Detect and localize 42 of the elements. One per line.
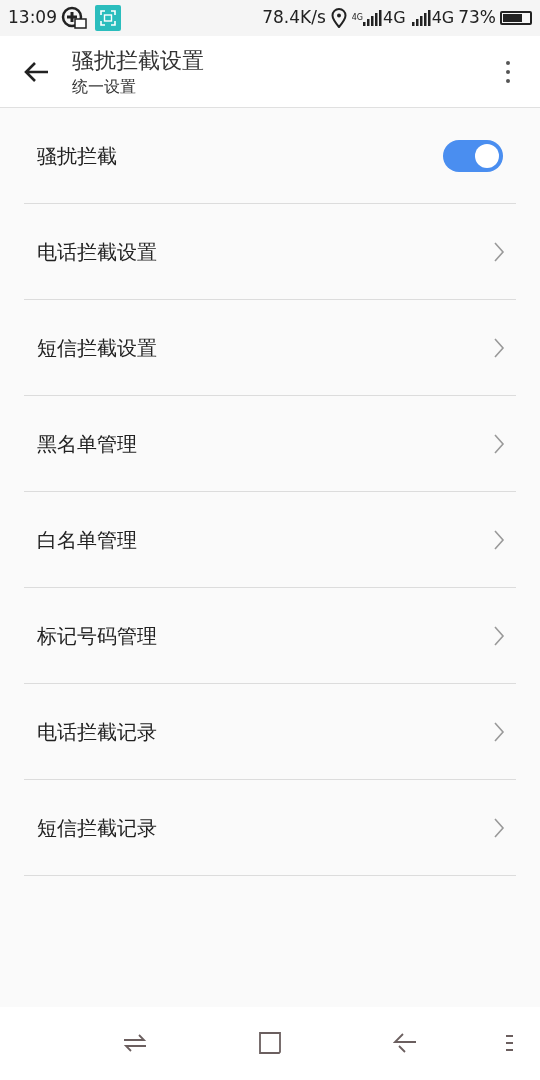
page-subtitle: 统一设置 bbox=[72, 75, 137, 98]
settings-row[interactable]: 黑名单管理 bbox=[24, 396, 516, 492]
row-label: 电话拦截记录 bbox=[37, 718, 157, 746]
signal-icon bbox=[363, 10, 384, 26]
back-arrow-icon bbox=[23, 60, 49, 83]
chevron-right-icon bbox=[493, 624, 505, 647]
network-type: 4G bbox=[383, 7, 406, 29]
settings-row[interactable]: 短信拦截设置 bbox=[24, 300, 516, 396]
chevron-right-icon bbox=[493, 720, 505, 743]
settings-row[interactable]: 短信拦截记录 bbox=[24, 780, 516, 876]
toggle-switch[interactable] bbox=[443, 139, 503, 172]
settings-row[interactable]: 白名单管理 bbox=[24, 492, 516, 588]
chevron-right-icon bbox=[493, 816, 505, 839]
location-icon bbox=[330, 8, 347, 28]
network-speed: 78.4K/s bbox=[262, 6, 326, 30]
battery-percent: 73% bbox=[458, 6, 496, 30]
row-label: 电话拦截设置 bbox=[37, 238, 157, 266]
network-type: 4G bbox=[431, 7, 455, 29]
menu-icon[interactable] bbox=[506, 1035, 514, 1051]
row-label: 白名单管理 bbox=[37, 526, 137, 554]
globe-mail-icon bbox=[61, 6, 87, 30]
settings-row[interactable]: 电话拦截设置 bbox=[24, 204, 516, 300]
chevron-right-icon bbox=[493, 528, 505, 551]
chevron-right-icon bbox=[493, 336, 505, 359]
home-square-icon[interactable] bbox=[259, 1032, 281, 1054]
signal-icon bbox=[411, 10, 432, 26]
data-type: 4G bbox=[351, 14, 364, 22]
row-label: 标记号码管理 bbox=[37, 622, 157, 650]
back-icon[interactable] bbox=[393, 1031, 417, 1055]
screenshot-icon bbox=[95, 5, 121, 31]
battery-icon bbox=[500, 11, 532, 25]
settings-row[interactable]: 电话拦截记录 bbox=[24, 684, 516, 780]
settings-row[interactable]: 骚扰拦截 bbox=[24, 108, 516, 204]
settings-row[interactable]: 标记号码管理 bbox=[24, 588, 516, 684]
chevron-right-icon bbox=[493, 432, 505, 455]
status-time: 13:09 bbox=[8, 6, 57, 30]
row-label: 骚扰拦截 bbox=[37, 142, 117, 170]
row-label: 黑名单管理 bbox=[37, 430, 137, 458]
row-label: 短信拦截设置 bbox=[37, 334, 157, 362]
chevron-right-icon bbox=[493, 240, 505, 263]
row-label: 短信拦截记录 bbox=[37, 814, 157, 842]
page-title: 骚扰拦截设置 bbox=[72, 46, 205, 75]
